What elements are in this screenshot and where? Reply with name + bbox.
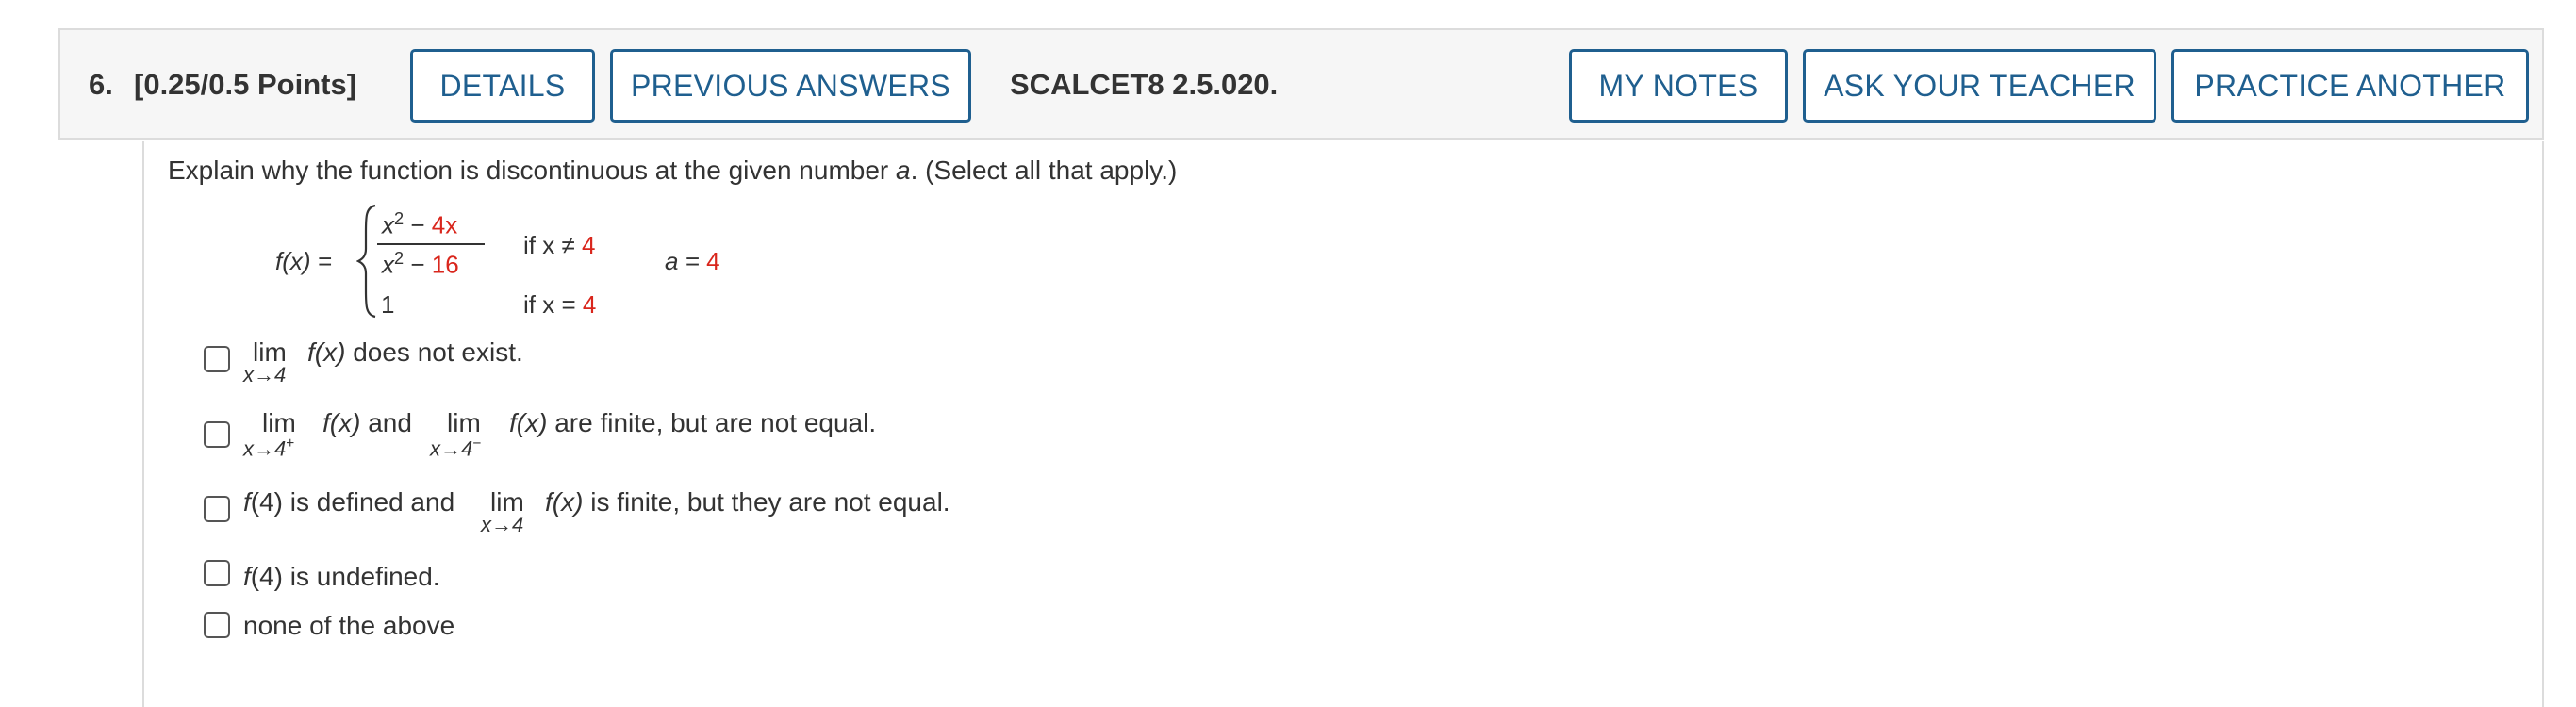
option-2-checkbox[interactable] <box>204 421 230 448</box>
option-3-prefix: f(4) is defined and <box>243 487 455 517</box>
option-2-lim-left: lim <box>447 408 481 437</box>
fraction-denominator: x2 − 16 <box>382 249 459 279</box>
practice-another-button[interactable]: PRACTICE ANOTHER <box>2171 49 2529 123</box>
brace-icon <box>356 204 376 319</box>
option-5-text: none of the above <box>243 611 455 640</box>
question-points: [0.25/0.5 Points] <box>134 68 357 101</box>
option-3-text: f(x) is finite, but they are not equal. <box>545 487 950 517</box>
case2-condition: if x = 4 <box>523 290 597 319</box>
option-1-text: f(x) does not exist. <box>307 337 523 367</box>
option-2-expr-right: f(x) and <box>322 408 412 437</box>
option-3-checkbox[interactable] <box>204 496 230 522</box>
question-body <box>142 141 2544 707</box>
option-3-subscript: x→4 <box>481 513 524 536</box>
option-4-text: f(4) is undefined. <box>243 562 440 591</box>
option-4-checkbox[interactable] <box>204 560 230 586</box>
fraction-bar <box>377 243 485 245</box>
my-notes-button[interactable]: MY NOTES <box>1569 49 1788 123</box>
ask-your-teacher-button[interactable]: ASK YOUR TEACHER <box>1803 49 2156 123</box>
case2-value: 1 <box>381 290 395 319</box>
given-number: a = 4 <box>665 247 720 275</box>
option-5-checkbox[interactable] <box>204 612 230 638</box>
option-2-subscript-right: x→4+ <box>243 436 295 461</box>
option-2-text: f(x) are finite, but are not equal. <box>509 408 877 437</box>
question-number: 6. <box>89 68 113 101</box>
problem-code: SCALCET8 2.5.020. <box>1010 68 1279 101</box>
previous-answers-button[interactable]: PREVIOUS ANSWERS <box>610 49 971 123</box>
case1-condition: if x ≠ 4 <box>523 231 596 259</box>
option-1-checkbox[interactable] <box>204 346 230 372</box>
prompt-variable: a <box>896 156 911 185</box>
details-button[interactable]: DETAILS <box>410 49 595 123</box>
option-2-subscript-left: x→4− <box>430 436 482 461</box>
option-2-lim-right: lim <box>262 408 296 437</box>
question-header: 6. [0.25/0.5 Points] DETAILS PREVIOUS AN… <box>58 28 2544 140</box>
question-prompt: Explain why the function is discontinuou… <box>168 156 1178 185</box>
option-1-subscript: x→4 <box>243 363 287 386</box>
fraction-numerator: x2 − 4x <box>382 209 458 239</box>
function-lhs: f(x) = <box>275 247 332 275</box>
